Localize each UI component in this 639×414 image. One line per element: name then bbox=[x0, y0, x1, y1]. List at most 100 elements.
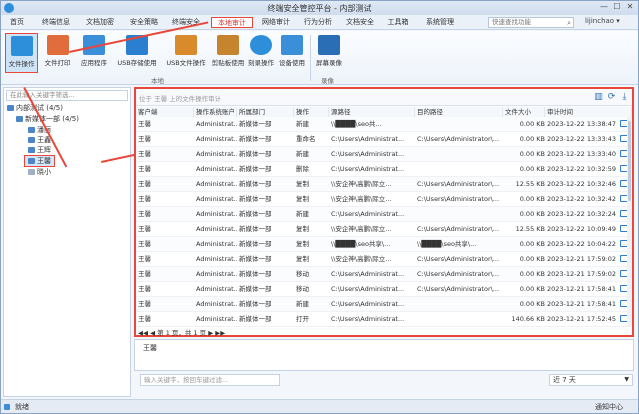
table-cell: \\████\seo共... bbox=[331, 120, 382, 128]
group-label-record: 录像 bbox=[321, 77, 334, 85]
col-audit-time[interactable]: 审计时间 bbox=[545, 107, 632, 117]
table-cell: 王馨 bbox=[138, 255, 151, 263]
table-cell: 2023-12-22 13:33:43 bbox=[547, 135, 617, 143]
close-button[interactable]: ✕ bbox=[623, 2, 637, 13]
table-cell: 王馨 bbox=[138, 150, 151, 158]
table-row[interactable]: 王馨 Administrat... 新媒体一部 复制 \\安企神\高鹏\际立... C:\… bbox=[136, 192, 632, 207]
col-os-account[interactable]: 操作系统账户 bbox=[194, 107, 237, 117]
col-operation[interactable]: 操作 bbox=[294, 107, 329, 117]
menu-terminal-info[interactable]: 终端信息 bbox=[37, 17, 75, 28]
clipboard-button[interactable]: 剪贴板使用 bbox=[211, 33, 245, 73]
tree-node-label: 晓小 bbox=[37, 168, 51, 176]
table-row[interactable]: 王馨 Administrat... 新媒体一部 移动 C:\Users\Administ… bbox=[136, 282, 632, 297]
table-row[interactable]: 王馨 Administrat... 新媒体一部 新建 C:\Users\Administ… bbox=[136, 297, 632, 312]
table-cell: 新媒体一部 bbox=[239, 285, 272, 293]
col-source-path[interactable]: 源路径 bbox=[329, 107, 415, 117]
table-cell: 王馨 bbox=[138, 300, 151, 308]
table-row[interactable]: 王馨 Administrat... 新媒体一部 新建 \\████\seo共... 0.0… bbox=[136, 117, 632, 132]
tree-node-user[interactable]: 晓小 bbox=[28, 167, 51, 177]
search-icon[interactable]: ⌕ bbox=[567, 19, 571, 28]
audit-table-panel: 位于 王馨 上的文件操作审计 ▥ ⟳ ⤓ 客户端 操作系统账户 所属部门 操作 … bbox=[134, 87, 634, 337]
table-cell: Administrat... bbox=[196, 255, 237, 263]
computer-icon bbox=[28, 158, 35, 164]
refresh-icon[interactable]: ⟳ bbox=[607, 93, 616, 102]
menu-system-admin[interactable]: 系统管理 bbox=[421, 17, 459, 28]
table-row[interactable]: 王馨 Administrat... 新媒体一部 打开 C:\Users\Administ… bbox=[136, 312, 632, 327]
screen-record-button[interactable]: 屏幕录像 bbox=[314, 33, 344, 73]
col-file-size[interactable]: 文件大小 bbox=[503, 107, 545, 117]
device-usage-label: 设备使用 bbox=[279, 59, 305, 67]
period-select[interactable]: 近 7 天 ▼ bbox=[549, 374, 633, 386]
table-cell: C:\Users\Administrat... bbox=[331, 315, 405, 323]
table-cell: 新媒体一部 bbox=[239, 240, 272, 248]
menu-security-policy[interactable]: 安全策略 bbox=[125, 17, 163, 28]
burn-operation-button[interactable]: 刻录操作 bbox=[247, 33, 275, 73]
table-row[interactable]: 王馨 Administrat... 新媒体一部 新建 C:\Users\Administ… bbox=[136, 207, 632, 222]
tree-node-label: 王馨 bbox=[37, 157, 51, 165]
scroll-thumb[interactable] bbox=[628, 121, 631, 201]
table-cell: 2023-12-21 17:52:45 bbox=[547, 315, 617, 323]
tree-node-dept[interactable]: 新媒体一部 (4/5) bbox=[16, 114, 79, 124]
table-cell: C:\Users\Administrat... bbox=[331, 210, 405, 218]
col-client[interactable]: 客户端 bbox=[136, 107, 194, 117]
notification-center[interactable]: 通知中心 bbox=[595, 400, 623, 414]
table-cell: 0.00 KB bbox=[519, 135, 545, 143]
org-tree-panel: 在此输入关键字筛选... 内部测试 (4/5) 新媒体一部 (4/5) 潘丽 王… bbox=[3, 87, 131, 397]
table-row[interactable]: 王馨 Administrat... 新媒体一部 复制 \\████\seo共享\... \… bbox=[136, 237, 632, 252]
maximize-button[interactable]: ☐ bbox=[610, 2, 624, 13]
minimize-button[interactable]: — bbox=[597, 2, 611, 13]
table-cell: 王馨 bbox=[138, 270, 151, 278]
menu-home[interactable]: 首页 bbox=[3, 17, 31, 28]
app-window: 终端安全管控平台 - 内部测试 — ☐ ✕ 首页 终端信息 文档加密 安全策略 … bbox=[0, 0, 639, 414]
usb-file-op-button[interactable]: USB文件操作 bbox=[163, 33, 209, 73]
table-cell: 12.55 KB bbox=[515, 180, 545, 188]
keyword-filter-input[interactable]: 输入关键字，按回车键过滤... bbox=[140, 374, 280, 386]
table-cell: Administrat... bbox=[196, 165, 237, 173]
col-dest-path[interactable]: 目的路径 bbox=[415, 107, 503, 117]
table-row[interactable]: 王馨 Administrat... 新媒体一部 删除 C:\Users\Administ… bbox=[136, 162, 632, 177]
menu-local-audit[interactable]: 本地审计 bbox=[211, 17, 253, 28]
table-cell: 王馨 bbox=[138, 120, 151, 128]
table-cell: 2023-12-22 13:33:40 bbox=[547, 150, 617, 158]
tree-node-user[interactable]: 王辉 bbox=[28, 145, 51, 155]
vertical-scrollbar[interactable] bbox=[627, 117, 632, 327]
col-department[interactable]: 所属部门 bbox=[237, 107, 294, 117]
table-row[interactable]: 王馨 Administrat... 新媒体一部 复制 \\安企神\高鹏\际立... C:\… bbox=[136, 222, 632, 237]
menu-doc-encrypt[interactable]: 文档加密 bbox=[81, 17, 119, 28]
table-row[interactable]: 王馨 Administrat... 新媒体一部 复制 \\安企神\高鹏\际立... C:\… bbox=[136, 252, 632, 267]
table-cell: 复制 bbox=[296, 255, 309, 263]
table-cell: \\安企神\高鹏\际立... bbox=[331, 225, 392, 233]
table-row[interactable]: 王馨 Administrat... 新媒体一部 重命名 C:\Users\Adminis… bbox=[136, 132, 632, 147]
device-usage-button[interactable]: 设备使用 bbox=[277, 33, 307, 73]
table-cell: 2023-12-22 10:04:22 bbox=[547, 240, 617, 248]
table-cell: 复制 bbox=[296, 180, 309, 188]
tree-node-user[interactable]: 王鑫 bbox=[28, 135, 51, 145]
table-row[interactable]: 王馨 Administrat... 新媒体一部 移动 C:\Users\Administ… bbox=[136, 267, 632, 282]
table-cell: 2023-12-22 10:32:42 bbox=[547, 195, 617, 203]
table-row[interactable]: 王馨 Administrat... 新媒体一部 复制 \\安企神\高鹏\际立... C:\… bbox=[136, 177, 632, 192]
menu-toolbox[interactable]: 工具箱 bbox=[383, 17, 413, 28]
table-cell: \\████\seo共享\... bbox=[331, 240, 391, 248]
table-cell: Administrat... bbox=[196, 225, 237, 233]
table-cell: 王馨 bbox=[138, 180, 151, 188]
current-user[interactable]: lijinchao ▾ bbox=[585, 17, 620, 25]
menu-behavior-analysis[interactable]: 行为分析 bbox=[299, 17, 337, 28]
usb-file-icon bbox=[175, 35, 197, 55]
disc-icon bbox=[250, 35, 272, 55]
tree-node-user-selected[interactable]: 王馨 bbox=[24, 155, 55, 167]
export-icon[interactable]: ⤓ bbox=[620, 93, 629, 102]
menu-doc-security[interactable]: 文档安全 bbox=[341, 17, 379, 28]
function-search-input[interactable]: 快速查找功能 ⌕ bbox=[488, 17, 574, 28]
file-operation-button[interactable]: 文件操作 bbox=[5, 33, 38, 73]
menu-network-audit[interactable]: 网络审计 bbox=[257, 17, 295, 28]
application-button[interactable]: 应用程序 bbox=[76, 33, 112, 73]
table-cell: C:\Users\Administrator\... bbox=[417, 180, 500, 188]
columns-icon[interactable]: ▥ bbox=[594, 93, 603, 102]
pager[interactable]: ◀◀ ◀ 第 1 页，共 1 页 ▶ ▶▶ bbox=[138, 327, 225, 337]
filter-hint: 位于 王馨 上的文件操作审计 bbox=[139, 95, 222, 103]
table-cell: 王馨 bbox=[138, 210, 151, 218]
table-cell: 新媒体一部 bbox=[239, 150, 272, 158]
table-row[interactable]: 王馨 Administrat... 新媒体一部 新建 C:\Users\Administ… bbox=[136, 147, 632, 162]
title-bar: 终端安全管控平台 - 内部测试 — ☐ ✕ bbox=[1, 1, 638, 15]
table-cell: \\安企神\高鹏\际立... bbox=[331, 255, 392, 263]
